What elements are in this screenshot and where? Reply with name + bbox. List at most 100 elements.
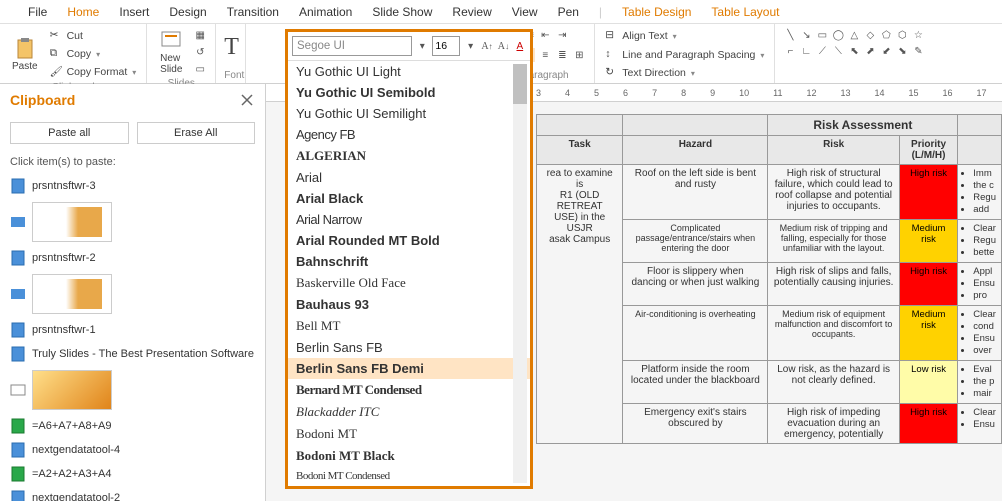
clipboard-item[interactable]: nextgendatatool-2 <box>0 486 265 501</box>
risk-table[interactable]: Risk Assessment TaskHazardRiskPriority (… <box>536 114 1002 444</box>
shape-c7[interactable]: ⬋ <box>879 44 893 58</box>
copy-format-button[interactable]: 🖌Copy Format <box>48 64 139 80</box>
clipboard-item[interactable]: Truly Slides - The Best Presentation Sof… <box>0 342 265 366</box>
font-list[interactable]: Yu Gothic UI LightYu Gothic UI SemiboldY… <box>288 61 530 481</box>
distribute-icon[interactable]: ⊞ <box>572 48 586 62</box>
chevron-down-icon[interactable]: ▾ <box>416 39 428 53</box>
grow-font-icon[interactable]: A↑ <box>481 39 493 53</box>
shape-hex[interactable]: ⬡ <box>895 28 909 42</box>
table-header: Hazard <box>623 136 768 165</box>
close-icon[interactable] <box>239 92 255 108</box>
clipboard-item-label: prsntnsftwr-1 <box>32 324 96 336</box>
erase-all-button[interactable]: Erase All <box>137 122 256 144</box>
font-option[interactable]: Yu Gothic UI Semibold <box>288 82 530 103</box>
shape-oval[interactable]: ◯ <box>831 28 845 42</box>
align-just-icon[interactable]: ≣ <box>555 48 569 62</box>
shrink-font-icon[interactable]: A↓ <box>497 39 509 53</box>
shape-c5[interactable]: ⬉ <box>847 44 861 58</box>
shape-penta[interactable]: ⬠ <box>879 28 893 42</box>
align-text-button[interactable]: ⊟Align Text <box>603 28 766 44</box>
font-option[interactable]: Bernard MT Condensed <box>288 379 530 401</box>
table-row[interactable]: rea to examine is R1 (OLD RETREAT USE) i… <box>537 165 1002 220</box>
clipboard-item[interactable]: prsntnsftwr-2 <box>0 246 265 270</box>
shape-rect[interactable]: ▭ <box>815 28 829 42</box>
inc-indent-icon[interactable]: ⇥ <box>555 28 569 42</box>
shape-c8[interactable]: ⬊ <box>895 44 909 58</box>
font-option[interactable]: Yu Gothic UI Light <box>288 61 530 82</box>
priority-cell: Medium risk <box>899 306 957 361</box>
menu-insert[interactable]: Insert <box>109 5 159 19</box>
font-size-input[interactable] <box>432 36 460 56</box>
font-option[interactable]: Arial Narrow <box>288 209 530 230</box>
shape-c4[interactable]: ⟍ <box>831 44 845 58</box>
priority-cell: Medium risk <box>899 220 957 263</box>
new-slide-button[interactable]: New Slide <box>155 29 187 75</box>
font-option[interactable]: Arial Black <box>288 188 530 209</box>
clipboard-item[interactable] <box>0 198 265 246</box>
chevron-down-icon[interactable]: ▾ <box>464 39 476 53</box>
font-option[interactable]: Berlin Sans FB Demi <box>288 358 530 379</box>
spacing-icon: ↕ <box>605 48 619 62</box>
clipboard-item-label: Truly Slides - The Best Presentation Sof… <box>32 348 254 360</box>
menu-transition[interactable]: Transition <box>217 5 289 19</box>
cut-button[interactable]: ✂Cut <box>48 28 139 44</box>
shape-c3[interactable]: ⟋ <box>815 44 829 58</box>
menu-table-layout[interactable]: Table Layout <box>701 5 789 19</box>
clipboard-item[interactable] <box>0 270 265 318</box>
font-option[interactable]: Agency FB <box>288 124 530 145</box>
paste-button[interactable]: Paste <box>8 37 42 72</box>
scroll-thumb[interactable] <box>513 64 527 104</box>
menu-home[interactable]: Home <box>57 5 109 19</box>
font-scrollbar[interactable] <box>513 64 527 483</box>
reset-icon[interactable]: ↺ <box>193 45 207 59</box>
font-option[interactable]: ALGERIAN <box>288 145 530 167</box>
priority-cell: High risk <box>899 263 957 306</box>
font-option[interactable]: Yu Gothic UI Semilight <box>288 103 530 124</box>
clipboard-item[interactable]: nextgendatatool-4 <box>0 438 265 462</box>
line-spacing-button[interactable]: ↕Line and Paragraph Spacing <box>603 47 766 63</box>
shape-diamond[interactable]: ◇ <box>863 28 877 42</box>
layout-icon[interactable]: ▦ <box>193 28 207 42</box>
font-option[interactable]: Bodoni MT Condensed <box>288 467 530 481</box>
shape-c6[interactable]: ⬈ <box>863 44 877 58</box>
menu-slide-show[interactable]: Slide Show <box>362 5 442 19</box>
paste-all-button[interactable]: Paste all <box>10 122 129 144</box>
clipboard-item[interactable]: prsntnsftwr-3 <box>0 174 265 198</box>
font-option[interactable]: Blackadder ITC <box>288 401 530 423</box>
align-right-icon[interactable]: ≡ <box>538 48 552 62</box>
shape-callout[interactable]: ✎ <box>911 44 925 58</box>
font-option[interactable]: Bell MT <box>288 315 530 337</box>
clipboard-item[interactable]: =A6+A7+A8+A9 <box>0 414 265 438</box>
menu-animation[interactable]: Animation <box>289 5 362 19</box>
clipboard-item[interactable]: prsntnsftwr-1 <box>0 318 265 342</box>
clipboard-item[interactable] <box>0 366 265 414</box>
font-option[interactable]: Baskerville Old Face <box>288 272 530 294</box>
shape-tri[interactable]: △ <box>847 28 861 42</box>
font-option[interactable]: Arial Rounded MT Bold <box>288 230 530 251</box>
font-option[interactable]: Arial <box>288 167 530 188</box>
shape-star[interactable]: ☆ <box>911 28 925 42</box>
dec-indent-icon[interactable]: ⇤ <box>538 28 552 42</box>
text-direction-button[interactable]: ↻Text Direction <box>603 65 766 81</box>
menu-file[interactable]: File <box>18 5 57 19</box>
menu-table-design[interactable]: Table Design <box>612 5 701 19</box>
menu-design[interactable]: Design <box>159 5 216 19</box>
font-option[interactable]: Bahnschrift <box>288 251 530 272</box>
align-text-icon: ⊟ <box>605 29 619 43</box>
clipboard-item[interactable]: =A2+A2+A3+A4 <box>0 462 265 486</box>
font-color-icon[interactable]: A <box>514 39 526 53</box>
font-option[interactable]: Bauhaus 93 <box>288 294 530 315</box>
font-option[interactable]: Berlin Sans FB <box>288 337 530 358</box>
shape-c1[interactable]: ⌐ <box>783 44 797 58</box>
shape-line[interactable]: ╲ <box>783 28 797 42</box>
copy-button[interactable]: ⧉Copy <box>48 46 139 62</box>
shape-c2[interactable]: ∟ <box>799 44 813 58</box>
shape-arrow[interactable]: ↘ <box>799 28 813 42</box>
font-option[interactable]: Bodoni MT <box>288 423 530 445</box>
font-name-input[interactable] <box>292 36 412 56</box>
font-option[interactable]: Bodoni MT Black <box>288 445 530 467</box>
menu-pen[interactable]: Pen <box>548 5 589 19</box>
menu-view[interactable]: View <box>502 5 548 19</box>
menu-review[interactable]: Review <box>442 5 501 19</box>
section-icon[interactable]: ▭ <box>193 62 207 76</box>
